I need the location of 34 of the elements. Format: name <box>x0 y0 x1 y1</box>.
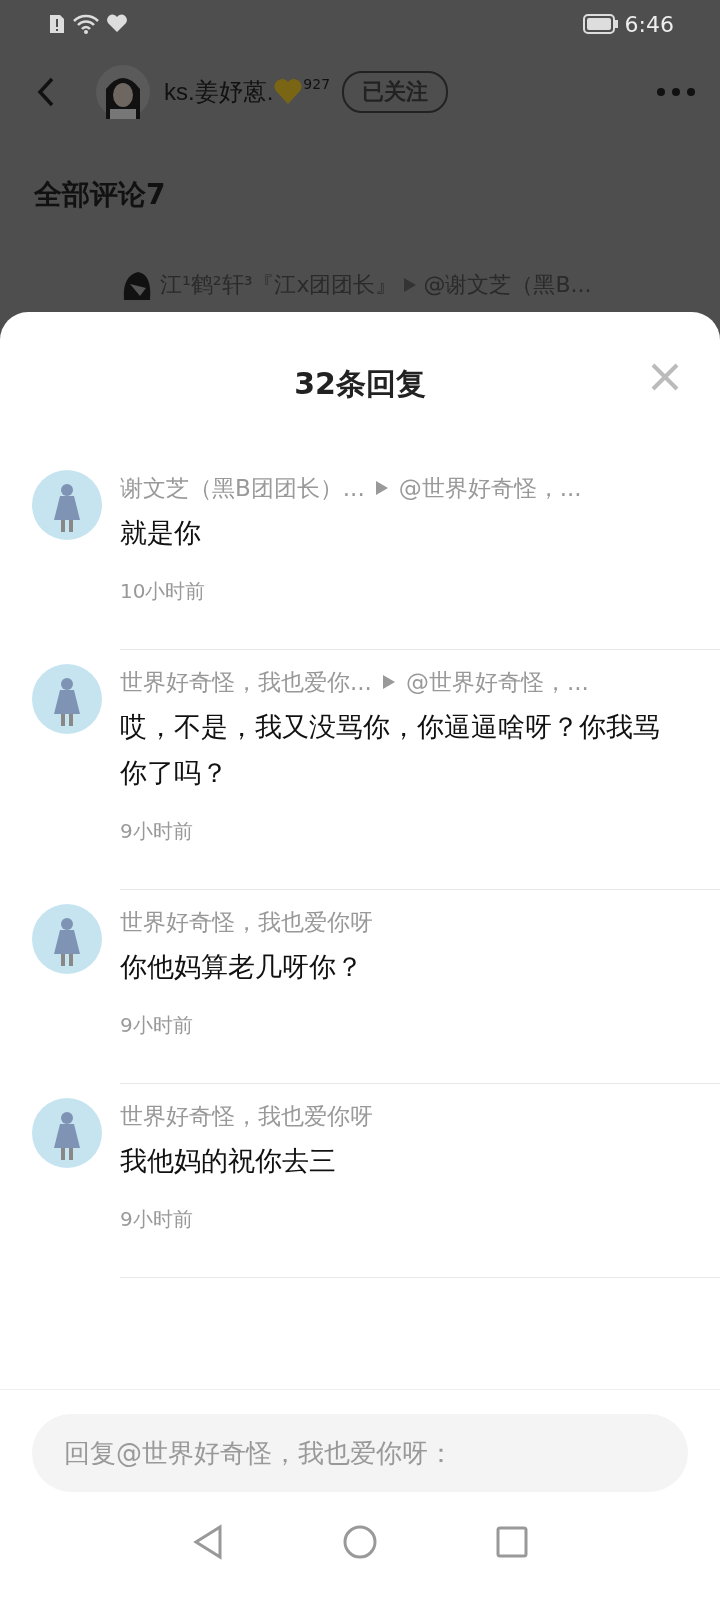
recents-nav-icon[interactable] <box>496 1526 528 1558</box>
heart-icon <box>106 14 128 34</box>
play-icon <box>403 277 418 293</box>
heart-icon <box>273 78 304 106</box>
commenter-name: 世界好奇怪，我也爱你呀 <box>120 907 373 937</box>
back-nav-icon[interactable] <box>192 1524 224 1560</box>
username: ks.姜妤蒽. <box>164 77 274 107</box>
home-nav-icon[interactable] <box>342 1524 378 1560</box>
comment-time: 9小时前 <box>120 818 194 845</box>
more-icon[interactable] <box>656 87 696 97</box>
reply-field[interactable]: 回复@世界好奇怪，我也爱你呀： <box>32 1414 688 1492</box>
sim-alert-icon <box>48 13 66 35</box>
commenter-name: 谢文芝（黑B团团长）... <box>120 473 365 503</box>
comment-time: 10小时前 <box>120 578 207 605</box>
play-icon <box>374 480 389 496</box>
comment-text: 我他妈的祝你去三 <box>120 1144 337 1178</box>
play-icon <box>381 674 396 690</box>
close-icon[interactable] <box>650 362 680 392</box>
reply-target: @世界好奇怪，... <box>398 473 582 503</box>
comment-time: 9小时前 <box>120 1012 194 1039</box>
comment-text: 就是你 <box>120 516 202 550</box>
status-time: 6:46 <box>624 11 674 37</box>
back-icon[interactable] <box>36 76 56 108</box>
comment-text: 哎，不是，我又没骂你，你逼逼啥呀？你我骂你了吗？ <box>120 710 661 790</box>
comment-time: 9小时前 <box>120 1206 194 1233</box>
battery-icon <box>582 14 619 34</box>
comment-text: 你他妈算老几呀你？ <box>120 950 364 984</box>
badge-count: 927 <box>303 76 331 92</box>
commenter-name: 世界好奇怪，我也爱你呀 <box>120 1101 373 1131</box>
commenter-name: 世界好奇怪，我也爱你... <box>120 667 372 697</box>
wifi-icon <box>72 13 100 35</box>
sheet-title: 32条回复 <box>294 364 426 403</box>
reply-target: @世界好奇怪，... <box>405 667 589 697</box>
section-title: 全部评论7 <box>33 177 167 213</box>
